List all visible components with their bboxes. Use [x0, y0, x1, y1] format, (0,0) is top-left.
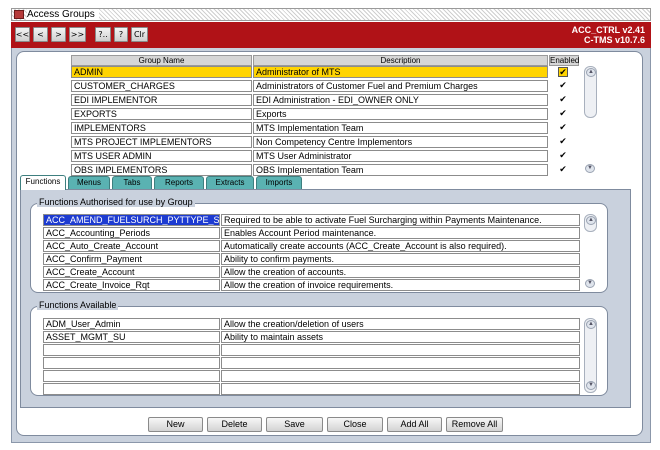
enabled-checkbox[interactable]: ✔	[558, 67, 568, 77]
functions-authorised-legend: Functions Authorised for use by Group	[37, 197, 195, 207]
enabled-checkbox[interactable]: ✔	[558, 123, 568, 133]
tab-tabs[interactable]: Tabs	[112, 176, 152, 189]
group-description-cell[interactable]: EDI Administration - EDI_OWNER ONLY	[253, 94, 548, 106]
group-description-cell[interactable]: Administrators of Customer Fuel and Prem…	[253, 80, 548, 92]
authorised-function-name[interactable]: ACC_Accounting_Periods	[43, 227, 220, 239]
scroll-up-icon[interactable]: ▲	[586, 320, 596, 329]
authorised-function-name[interactable]: ACC_Create_Invoice_Rqt	[43, 279, 220, 291]
available-function-name[interactable]	[43, 370, 220, 382]
scroll-down-icon[interactable]: ▼	[585, 279, 595, 288]
authorised-function-description[interactable]: Enables Account Period maintenance.	[221, 227, 580, 239]
available-function-name[interactable]	[43, 357, 220, 369]
scroll-down-icon[interactable]: ▼	[585, 164, 595, 173]
system-version: C-TMS v10.7.6	[583, 35, 645, 45]
group-description-cell[interactable]: MTS Implementation Team	[253, 122, 548, 134]
enabled-checkbox[interactable]: ✔	[558, 165, 568, 175]
available-function-name[interactable]	[43, 344, 220, 356]
authorised-function-description[interactable]: Automatically create accounts (ACC_Creat…	[221, 240, 580, 252]
tab-reports[interactable]: Reports	[154, 176, 204, 189]
enabled-checkbox[interactable]: ✔	[558, 81, 568, 91]
group-name-cell[interactable]: CUSTOMER_CHARGES	[71, 80, 252, 92]
group-name-cell[interactable]: MTS PROJECT IMPLEMENTORS	[71, 136, 252, 148]
delete-button[interactable]: Delete	[207, 417, 262, 432]
authorised-function-name[interactable]: ACC_AMEND_FUELSURCH_PYTTYPE_S	[43, 214, 220, 226]
column-header-group-name: Group Name	[71, 55, 252, 66]
add-all-button[interactable]: Add All	[387, 417, 442, 432]
group-description-cell[interactable]: Non Competency Centre Implementors	[253, 136, 548, 148]
available-function-description[interactable]	[221, 370, 580, 382]
tab-functions[interactable]: Functions	[20, 175, 66, 190]
save-button[interactable]: Save	[266, 417, 323, 432]
scroll-up-icon[interactable]: ▲	[586, 68, 596, 77]
group-description-cell[interactable]: OBS Implementation Team	[253, 164, 548, 176]
query-button[interactable]: ?..	[95, 27, 111, 42]
available-scrollbar[interactable]: ▲ ▼	[584, 318, 597, 393]
functions-available-legend: Functions Available	[37, 300, 119, 310]
enabled-checkbox[interactable]: ✔	[558, 137, 568, 147]
authorised-function-name[interactable]: ACC_Create_Account	[43, 266, 220, 278]
last-record-button[interactable]: >>	[69, 27, 86, 42]
group-name-cell[interactable]: ADMIN	[71, 66, 252, 78]
authorised-function-name[interactable]: ACC_Auto_Create_Account	[43, 240, 220, 252]
enabled-checkbox[interactable]: ✔	[558, 109, 568, 119]
column-header-description: Description	[253, 55, 548, 66]
scroll-down-icon[interactable]: ▼	[586, 381, 596, 390]
window-titlebar: Access Groups	[11, 8, 651, 21]
available-function-description[interactable]	[221, 344, 580, 356]
authorised-function-description[interactable]: Ability to confirm payments.	[221, 253, 580, 265]
help-button[interactable]: ?	[114, 27, 128, 42]
column-header-enabled: Enabled	[549, 55, 580, 66]
authorised-scrollbar[interactable]: ▲	[584, 214, 597, 232]
group-name-cell[interactable]: EDI IMPLEMENTOR	[71, 94, 252, 106]
first-record-button[interactable]: <<	[15, 27, 30, 42]
available-function-name[interactable]	[43, 383, 220, 395]
available-function-description[interactable]: Allow the creation/deletion of users	[221, 318, 580, 330]
tab-extracts[interactable]: Extracts	[206, 176, 254, 189]
previous-record-button[interactable]: <	[33, 27, 48, 42]
enabled-checkbox[interactable]: ✔	[558, 95, 568, 105]
group-description-cell[interactable]: Administrator of MTS	[253, 66, 548, 78]
app-icon	[14, 10, 24, 19]
remove-all-button[interactable]: Remove All	[446, 417, 503, 432]
module-version: ACC_CTRL v2.41	[571, 25, 645, 35]
authorised-function-description[interactable]: Allow the creation of invoice requiremen…	[221, 279, 580, 291]
next-record-button[interactable]: >	[51, 27, 66, 42]
authorised-function-description[interactable]: Allow the creation of accounts.	[221, 266, 580, 278]
available-function-name[interactable]: ASSET_MGMT_SU	[43, 331, 220, 343]
available-function-name[interactable]: ADM_User_Admin	[43, 318, 220, 330]
tab-menus[interactable]: Menus	[68, 176, 110, 189]
group-description-cell[interactable]: MTS User Administrator	[253, 150, 548, 162]
group-description-cell[interactable]: Exports	[253, 108, 548, 120]
available-function-description[interactable]	[221, 357, 580, 369]
groups-scrollbar[interactable]: ▲	[584, 66, 597, 118]
toolbar: << < > >> ?.. ? Clr ACC_CTRL v2.41 C-TMS…	[11, 22, 651, 48]
enabled-checkbox[interactable]: ✔	[558, 151, 568, 161]
authorised-function-name[interactable]: ACC_Confirm_Payment	[43, 253, 220, 265]
group-name-cell[interactable]: OBS IMPLEMENTORS	[71, 164, 252, 176]
window-title: Access Groups	[27, 9, 99, 20]
new-button[interactable]: New	[148, 417, 203, 432]
group-name-cell[interactable]: MTS USER ADMIN	[71, 150, 252, 162]
authorised-function-description[interactable]: Required to be able to activate Fuel Sur…	[221, 214, 580, 226]
available-function-description[interactable]	[221, 383, 580, 395]
group-name-cell[interactable]: EXPORTS	[71, 108, 252, 120]
tab-imports[interactable]: Imports	[256, 176, 302, 189]
close-button[interactable]: Close	[327, 417, 383, 432]
group-name-cell[interactable]: IMPLEMENTORS	[71, 122, 252, 134]
available-function-description[interactable]: Ability to maintain assets	[221, 331, 580, 343]
scroll-up-icon[interactable]: ▲	[586, 216, 596, 225]
clear-button[interactable]: Clr	[131, 27, 148, 42]
